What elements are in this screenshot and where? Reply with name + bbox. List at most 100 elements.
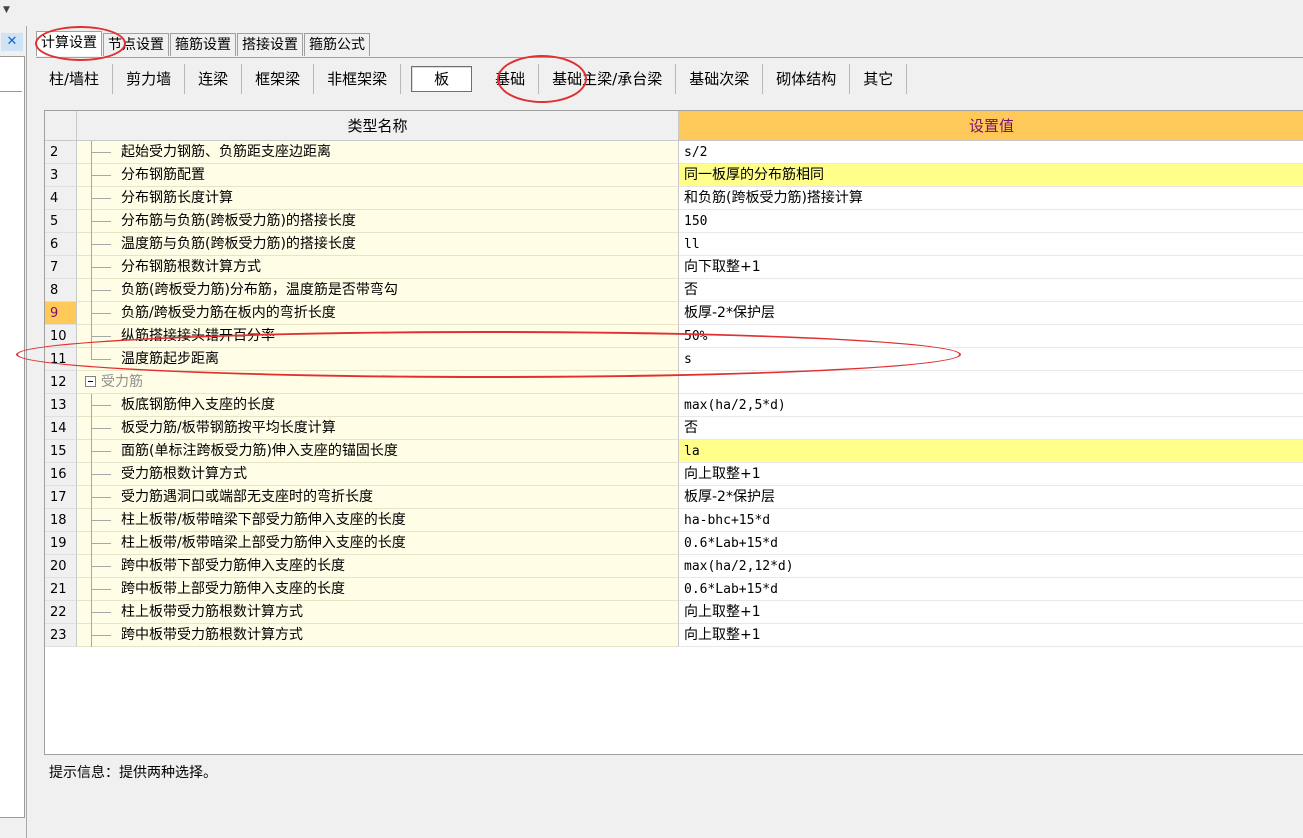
table-row[interactable]: 9 负筋/跨板受力筋在板内的弯折长度 板厚-2*保护层 (45, 302, 1303, 325)
row-number[interactable]: 23 (45, 624, 77, 647)
table-row[interactable]: 19 柱上板带/板带暗梁上部受力筋伸入支座的长度 0.6*Lab+15*d (45, 532, 1303, 555)
row-number[interactable]: 17 (45, 486, 77, 509)
row-number[interactable]: 2 (45, 141, 77, 164)
table-row[interactable]: 6 温度筋与负筋(跨板受力筋)的搭接长度 ll (45, 233, 1303, 256)
row-number[interactable]: 19 (45, 532, 77, 555)
table-row[interactable]: 2 起始受力钢筋、负筋距支座边距离 s/2 (45, 141, 1303, 164)
row-setting-value[interactable]: 向下取整+1 (679, 256, 1303, 279)
row-type-name[interactable]: 分布钢筋长度计算 (77, 187, 679, 210)
row-number[interactable]: 13 (45, 394, 77, 417)
row-number[interactable]: 7 (45, 256, 77, 279)
row-number[interactable]: 20 (45, 555, 77, 578)
row-type-name[interactable]: 温度筋与负筋(跨板受力筋)的搭接长度 (77, 233, 679, 256)
tab-lap-settings[interactable]: 搭接设置 (237, 33, 303, 56)
table-row[interactable]: 11 温度筋起步距离 s (45, 348, 1303, 371)
row-setting-value[interactable]: s (679, 348, 1303, 371)
header-type-name[interactable]: 类型名称 (77, 111, 679, 141)
row-number[interactable]: 16 (45, 463, 77, 486)
tab-stirrup-settings[interactable]: 箍筋设置 (170, 33, 236, 56)
row-type-name[interactable]: 跨中板带下部受力筋伸入支座的长度 (77, 555, 679, 578)
row-type-name[interactable]: 跨中板带受力筋根数计算方式 (77, 624, 679, 647)
tab-masonry[interactable]: 砌体结构 (763, 64, 851, 94)
row-setting-value[interactable]: 否 (679, 417, 1303, 440)
row-setting-value[interactable]: 和负筋(跨板受力筋)搭接计算 (679, 187, 1303, 210)
row-type-name[interactable]: 板受力筋/板带钢筋按平均长度计算 (77, 417, 679, 440)
row-setting-value[interactable]: ll (679, 233, 1303, 256)
row-setting-value[interactable]: 向上取整+1 (679, 601, 1303, 624)
row-type-name[interactable]: 受力筋遇洞口或端部无支座时的弯折长度 (77, 486, 679, 509)
table-row[interactable]: 21 跨中板带上部受力筋伸入支座的长度 0.6*Lab+15*d (45, 578, 1303, 601)
row-type-name[interactable]: 受力筋 (77, 371, 679, 394)
row-type-name[interactable]: 起始受力钢筋、负筋距支座边距离 (77, 141, 679, 164)
table-row[interactable]: 4 分布钢筋长度计算 和负筋(跨板受力筋)搭接计算 (45, 187, 1303, 210)
tab-frame-beam[interactable]: 框架梁 (242, 64, 315, 94)
row-type-name[interactable]: 面筋(单标注跨板受力筋)伸入支座的锚固长度 (77, 440, 679, 463)
tab-calc-settings[interactable]: 计算设置 (36, 31, 102, 56)
row-number[interactable]: 11 (45, 348, 77, 371)
row-number[interactable]: 9 (45, 302, 77, 325)
tab-slab[interactable]: 板 (411, 66, 473, 92)
tab-non-frame-beam[interactable]: 非框架梁 (314, 64, 402, 94)
tab-coupling-beam[interactable]: 连梁 (185, 64, 243, 94)
row-number[interactable]: 6 (45, 233, 77, 256)
row-setting-value[interactable]: 0.6*Lab+15*d (679, 578, 1303, 601)
row-type-name[interactable]: 跨中板带上部受力筋伸入支座的长度 (77, 578, 679, 601)
table-row[interactable]: 23 跨中板带受力筋根数计算方式 向上取整+1 (45, 624, 1303, 647)
row-type-name[interactable]: 柱上板带受力筋根数计算方式 (77, 601, 679, 624)
row-setting-value[interactable]: 50% (679, 325, 1303, 348)
row-setting-value[interactable]: la (679, 440, 1303, 463)
row-number[interactable]: 18 (45, 509, 77, 532)
row-setting-value[interactable]: 向上取整+1 (679, 463, 1303, 486)
table-row[interactable]: 20 跨中板带下部受力筋伸入支座的长度 max(ha/2,12*d) (45, 555, 1303, 578)
row-type-name[interactable]: 温度筋起步距离 (77, 348, 679, 371)
table-row[interactable]: 17 受力筋遇洞口或端部无支座时的弯折长度 板厚-2*保护层 (45, 486, 1303, 509)
tab-column[interactable]: 柱/墙柱 (36, 64, 114, 94)
table-row[interactable]: 7 分布钢筋根数计算方式 向下取整+1 (45, 256, 1303, 279)
row-type-name[interactable]: 负筋/跨板受力筋在板内的弯折长度 (77, 302, 679, 325)
close-icon[interactable]: ✕ (1, 33, 23, 51)
row-setting-value[interactable]: max(ha/2,12*d) (679, 555, 1303, 578)
row-number[interactable]: 15 (45, 440, 77, 463)
row-setting-value[interactable]: 0.6*Lab+15*d (679, 532, 1303, 555)
row-number[interactable]: 3 (45, 164, 77, 187)
row-setting-value[interactable] (679, 371, 1303, 394)
row-type-name[interactable]: 受力筋根数计算方式 (77, 463, 679, 486)
table-row[interactable]: 8 负筋(跨板受力筋)分布筋，温度筋是否带弯勾 否 (45, 279, 1303, 302)
row-type-name[interactable]: 分布钢筋根数计算方式 (77, 256, 679, 279)
table-row[interactable]: 22 柱上板带受力筋根数计算方式 向上取整+1 (45, 601, 1303, 624)
row-type-name[interactable]: 板底钢筋伸入支座的长度 (77, 394, 679, 417)
row-number[interactable]: 4 (45, 187, 77, 210)
tab-shear-wall[interactable]: 剪力墙 (113, 64, 186, 94)
dropdown-caret-icon[interactable]: ▼ (3, 5, 10, 15)
table-row[interactable]: 5 分布筋与负筋(跨板受力筋)的搭接长度 150 (45, 210, 1303, 233)
table-row[interactable]: 12 受力筋 (45, 371, 1303, 394)
row-number[interactable]: 14 (45, 417, 77, 440)
row-number[interactable]: 5 (45, 210, 77, 233)
row-number[interactable]: 22 (45, 601, 77, 624)
row-number[interactable]: 12 (45, 371, 77, 394)
row-setting-value[interactable]: ha-bhc+15*d (679, 509, 1303, 532)
row-type-name[interactable]: 分布筋与负筋(跨板受力筋)的搭接长度 (77, 210, 679, 233)
table-row[interactable]: 3 分布钢筋配置 同一板厚的分布筋相同 (45, 164, 1303, 187)
row-type-name[interactable]: 柱上板带/板带暗梁下部受力筋伸入支座的长度 (77, 509, 679, 532)
panel-divider[interactable] (26, 26, 27, 838)
row-type-name[interactable]: 柱上板带/板带暗梁上部受力筋伸入支座的长度 (77, 532, 679, 555)
tab-foundation-secondary-beam[interactable]: 基础次梁 (676, 64, 764, 94)
table-row[interactable]: 15 面筋(单标注跨板受力筋)伸入支座的锚固长度 la (45, 440, 1303, 463)
table-row[interactable]: 18 柱上板带/板带暗梁下部受力筋伸入支座的长度 ha-bhc+15*d (45, 509, 1303, 532)
tab-other[interactable]: 其它 (850, 64, 908, 94)
row-setting-value[interactable]: 向上取整+1 (679, 624, 1303, 647)
table-row[interactable]: 16 受力筋根数计算方式 向上取整+1 (45, 463, 1303, 486)
tab-foundation-main-beam[interactable]: 基础主梁/承台梁 (539, 64, 677, 94)
tab-foundation[interactable]: 基础 (482, 64, 540, 94)
row-setting-value[interactable]: 否 (679, 279, 1303, 302)
collapse-icon[interactable] (85, 376, 96, 387)
row-number[interactable]: 21 (45, 578, 77, 601)
table-row[interactable]: 14 板受力筋/板带钢筋按平均长度计算 否 (45, 417, 1303, 440)
row-setting-value[interactable]: s/2 (679, 141, 1303, 164)
row-type-name[interactable]: 分布钢筋配置 (77, 164, 679, 187)
row-setting-value[interactable]: 板厚-2*保护层 (679, 302, 1303, 325)
tab-stirrup-formula[interactable]: 箍筋公式 (304, 33, 370, 56)
table-row[interactable]: 13 板底钢筋伸入支座的长度 max(ha/2,5*d) (45, 394, 1303, 417)
header-setting-value[interactable]: 设置值 (679, 111, 1303, 141)
